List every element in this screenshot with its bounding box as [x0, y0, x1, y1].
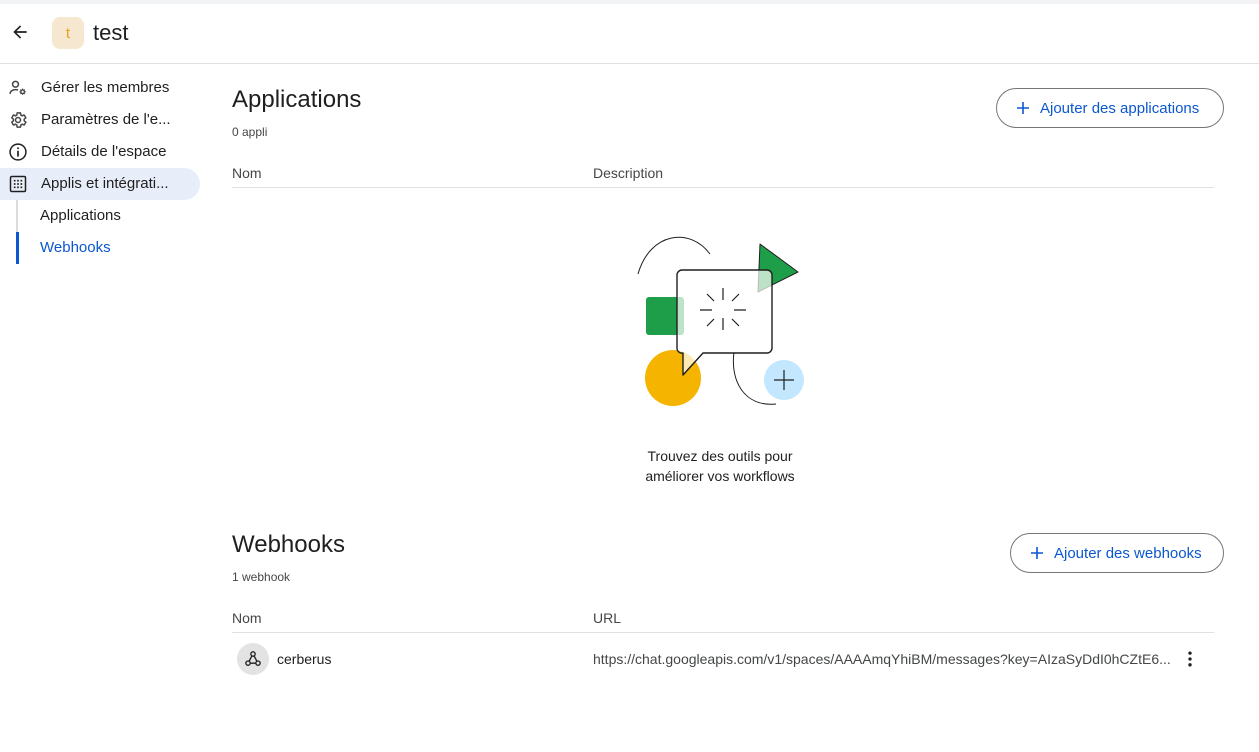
empty-state-illustration: [637, 236, 804, 406]
sidebar-item-space-details[interactable]: Détails de l'espace: [0, 136, 200, 168]
webhook-avatar: [237, 643, 269, 675]
info-icon: [9, 143, 27, 161]
sidebar-item-label: Paramètres de l'e...: [41, 111, 171, 128]
manage-members-icon: [9, 80, 26, 95]
sidebar-item-manage-members[interactable]: Gérer les membres: [0, 72, 200, 104]
back-button[interactable]: [4, 16, 36, 48]
apps-grid-icon: [9, 175, 27, 193]
sidebar-item-label: Détails de l'espace: [41, 143, 167, 160]
divider: [232, 632, 1214, 633]
webhook-name: cerberus: [277, 651, 332, 667]
column-header-url: URL: [593, 610, 622, 626]
sidebar-item-label: Applis et intégrati...: [41, 175, 169, 192]
applications-count: 0 appli: [232, 125, 268, 139]
space-avatar: t: [52, 17, 84, 49]
sidebar-subitem-label: Applications: [40, 207, 121, 224]
add-webhooks-button[interactable]: Ajouter des webhooks: [1010, 533, 1224, 573]
add-webhooks-label: Ajouter des webhooks: [1054, 545, 1202, 562]
arrow-back-icon: [13, 25, 27, 39]
column-header-description: Description: [593, 165, 664, 181]
empty-state-line2: améliorer vos workflows: [645, 468, 795, 484]
applications-title: Applications: [232, 86, 362, 113]
sidebar-subitem-webhooks[interactable]: Webhooks: [16, 232, 200, 264]
space-title: test: [93, 20, 129, 45]
webhooks-count: 1 webhook: [232, 570, 291, 584]
sidebar-item-apps-integrations[interactable]: Applis et intégrati...: [0, 168, 200, 200]
space-header: t test: [0, 4, 1259, 64]
column-header-name: Nom: [232, 610, 262, 626]
sidebar-item-label: Gérer les membres: [41, 79, 170, 96]
column-header-name: Nom: [232, 165, 262, 181]
webhook-icon: [245, 651, 261, 666]
webhooks-title: Webhooks: [232, 531, 345, 558]
empty-state-line1: Trouvez des outils pour: [647, 448, 793, 464]
webhook-url: https://chat.googleapis.com/v1/spaces/AA…: [593, 651, 1171, 667]
space-initial: t: [65, 24, 71, 42]
empty-state-text: Trouvez des outils pour améliorer vos wo…: [620, 446, 820, 486]
more-options-button[interactable]: [1178, 647, 1202, 671]
sidebar-subitem-applications[interactable]: Applications: [16, 200, 200, 232]
table-row[interactable]: cerberus https://chat.googleapis.com/v1/…: [232, 637, 1214, 681]
divider: [232, 187, 1214, 188]
sidebar-subitem-label: Webhooks: [40, 239, 111, 256]
sidebar-item-space-settings[interactable]: Paramètres de l'e...: [0, 104, 200, 136]
plus-icon: [1031, 547, 1043, 559]
gear-icon: [11, 112, 27, 128]
add-applications-button[interactable]: Ajouter des applications: [996, 88, 1224, 128]
more-vert-icon: [1188, 651, 1192, 667]
add-applications-label: Ajouter des applications: [1040, 100, 1200, 117]
plus-icon: [1017, 102, 1029, 114]
